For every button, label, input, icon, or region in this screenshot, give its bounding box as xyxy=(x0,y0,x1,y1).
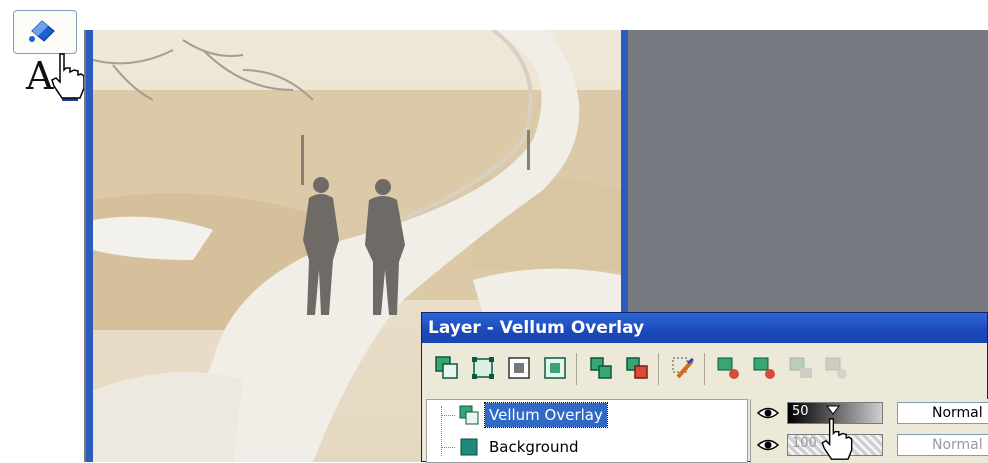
visibility-eye-icon[interactable] xyxy=(757,406,779,420)
opacity-value: 100 xyxy=(792,436,817,451)
layer-row-background[interactable]: Background xyxy=(427,432,747,462)
opacity-marker-icon xyxy=(826,405,840,415)
tree-connector xyxy=(441,447,455,448)
new-mask-layer-icon[interactable] xyxy=(506,355,532,381)
paint-bucket-icon xyxy=(29,20,55,42)
layer-palette: Layer - Vellum Overlay Vellum Overlay Ba… xyxy=(421,312,988,463)
toolbar-separator xyxy=(576,353,577,385)
new-vector-layer-icon[interactable] xyxy=(470,355,496,381)
unlink-layer-icon[interactable] xyxy=(752,355,778,381)
layer-row-vellum-overlay[interactable]: Vellum Overlay xyxy=(427,400,747,430)
background-layer-icon xyxy=(460,438,478,456)
layer-properties: 50 Normal 100 Normal xyxy=(750,399,988,463)
layer-props-background: 100 Normal xyxy=(751,431,988,461)
opacity-value: 50 xyxy=(792,404,809,419)
layer-props-vellum-overlay: 50 Normal xyxy=(751,399,988,429)
layer-list: Vellum Overlay Background xyxy=(426,399,748,463)
layer-name[interactable]: Background xyxy=(485,435,583,459)
raster-layer-icon xyxy=(459,405,479,425)
blend-mode-select[interactable]: Normal xyxy=(897,402,988,424)
new-adjustment-layer-icon[interactable] xyxy=(542,355,568,381)
toolbar-separator xyxy=(704,353,705,385)
layer-name[interactable]: Vellum Overlay xyxy=(484,402,608,428)
layer-toolbar xyxy=(422,343,987,397)
group-layer-icon[interactable] xyxy=(824,355,850,381)
toolbar-separator xyxy=(658,353,659,385)
hand-cursor-icon xyxy=(821,418,853,460)
link-layer-icon[interactable] xyxy=(716,355,742,381)
blend-mode-select[interactable]: Normal xyxy=(897,434,988,456)
hand-cursor-icon xyxy=(51,53,85,99)
merge-layer-icon[interactable] xyxy=(788,355,814,381)
duplicate-layer-icon[interactable] xyxy=(588,355,614,381)
edit-selection-icon[interactable] xyxy=(670,355,696,381)
fill-tool-button[interactable] xyxy=(13,10,77,54)
delete-layer-icon[interactable] xyxy=(624,355,650,381)
new-raster-layer-icon[interactable] xyxy=(434,355,460,381)
palette-title[interactable]: Layer - Vellum Overlay xyxy=(422,313,987,343)
visibility-eye-icon[interactable] xyxy=(757,438,779,452)
tree-connector xyxy=(441,415,455,416)
